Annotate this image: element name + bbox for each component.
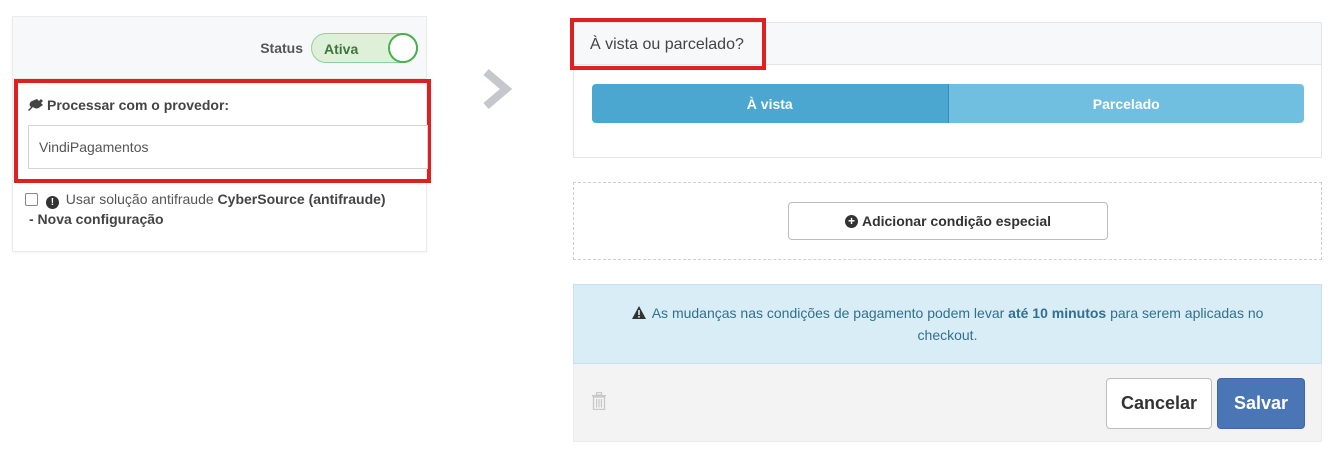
chevron-right-icon (483, 68, 513, 110)
exclamation-circle-icon: ! (45, 196, 59, 209)
antifraud-config: - Nova configuração (29, 211, 164, 227)
provider-label-text: Processar com o provedor: (47, 97, 230, 113)
add-special-condition-button[interactable]: + Adicionar condição especial (788, 202, 1108, 240)
cancel-button[interactable]: Cancelar (1106, 378, 1212, 429)
trash-icon[interactable] (591, 392, 607, 410)
status-toggle[interactable]: Ativa (311, 32, 418, 63)
save-button[interactable]: Salvar (1217, 378, 1305, 429)
toggle-knob (388, 32, 418, 63)
special-condition-area: + Adicionar condição especial (573, 182, 1322, 260)
status-toggle-label: Ativa (324, 40, 359, 57)
form-footer: Cancelar Salvar (573, 364, 1322, 442)
antifraud-text: Usar solução antifraude (65, 191, 214, 207)
title-highlight-box (570, 18, 766, 70)
antifraud-checkbox[interactable] (25, 193, 38, 206)
plug-icon (28, 99, 43, 111)
option-a-vista[interactable]: À vista (592, 84, 949, 123)
plus-circle-icon: + (844, 214, 858, 228)
option-parcelado[interactable]: Parcelado (948, 84, 1304, 123)
provider-input[interactable] (28, 125, 428, 169)
warning-triangle-icon (631, 306, 646, 319)
info-notice: As mudanças nas condições de pagamento p… (573, 284, 1322, 364)
notice-text-before: As mudanças nas condições de pagamento p… (651, 305, 1005, 321)
status-label: Status (260, 39, 303, 56)
notice-highlight: até 10 minutos (1008, 305, 1107, 321)
settings-header: Status Ativa (13, 17, 426, 79)
payment-type-segmented-control: À vista Parcelado (592, 84, 1304, 123)
provider-highlight-box: Processar com o provedor: (14, 79, 431, 183)
provider-settings-card: Status Ativa Processar com o provedor: !… (12, 16, 431, 252)
antifraud-option: ! Usar solução antifraude CyberSource (a… (25, 189, 425, 229)
antifraud-provider: CyberSource (antifraude) (217, 191, 386, 207)
payment-type-card: À vista ou parcelado? À vista Parcelado (570, 18, 1322, 158)
add-condition-label: Adicionar condição especial (861, 213, 1052, 229)
provider-label: Processar com o provedor: (28, 97, 229, 113)
